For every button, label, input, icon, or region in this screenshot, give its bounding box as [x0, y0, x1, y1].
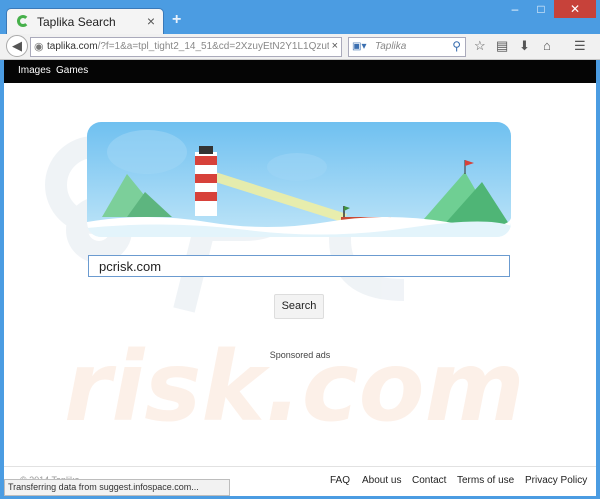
footer-about-link[interactable]: About us — [362, 475, 401, 486]
footer-terms-link[interactable]: Terms of use — [457, 475, 514, 486]
main-search-input[interactable]: pcrisk.com — [88, 255, 510, 277]
globe-icon: ◉ — [34, 41, 44, 53]
taplika-banner-image — [87, 122, 511, 237]
window-controls: – □ ✕ — [502, 0, 596, 20]
close-window-button[interactable]: ✕ — [554, 0, 596, 18]
home-icon[interactable]: ⌂ — [543, 38, 551, 53]
magnifier-icon[interactable]: ⚲ — [452, 39, 461, 53]
menu-icon[interactable]: ☰ — [574, 38, 586, 54]
url-clear-icon[interactable]: × — [332, 40, 338, 52]
sponsored-ads-label: Sponsored ads — [269, 350, 331, 360]
url-text: taplika.com/?f=1&a=tpl_tight2_14_51&cd=2… — [47, 41, 329, 52]
nav-games-link[interactable]: Games — [56, 65, 88, 76]
bookmarks-icon[interactable]: ▤ — [496, 38, 508, 54]
url-host: taplika.com — [47, 41, 98, 52]
main-search-value: pcrisk.com — [99, 259, 162, 274]
nav-images-link[interactable]: Images — [18, 65, 51, 76]
maximize-button[interactable]: □ — [528, 0, 554, 18]
search-engine-placeholder: Taplika — [375, 41, 407, 52]
status-bar: Transferring data from suggest.infospace… — [4, 479, 230, 496]
minimize-button[interactable]: – — [502, 0, 528, 18]
back-icon[interactable]: ◀ — [6, 35, 28, 57]
star-icon[interactable]: ☆ — [474, 38, 486, 54]
status-text: Transferring data from suggest.infospace… — [8, 482, 199, 492]
page-content: Images Games risk.com pcrisk.com Search … — [4, 60, 596, 496]
search-engine-icon[interactable]: ▣▾ — [352, 41, 366, 52]
address-bar[interactable]: ◉ taplika.com/?f=1&a=tpl_tight2_14_51&cd… — [30, 37, 342, 57]
navigation-toolbar: ◀ ◉ taplika.com/?f=1&a=tpl_tight2_14_51&… — [0, 34, 600, 60]
tab-title: Taplika Search — [37, 15, 116, 29]
footer-faq-link[interactable]: FAQ — [330, 475, 350, 486]
footer-contact-link[interactable]: Contact — [412, 475, 446, 486]
url-path: /?f=1&a=tpl_tight2_14_51&cd=2XzuyEtN2Y1L… — [97, 41, 329, 52]
tab-close-icon[interactable]: × — [147, 13, 155, 29]
tab-bar: Taplika Search × + – □ ✕ — [0, 0, 600, 35]
download-icon[interactable]: ⬇ — [519, 38, 530, 54]
browser-window: Taplika Search × + – □ ✕ ◀ ◉ taplika.com… — [0, 0, 600, 499]
tab-taplika-search[interactable]: Taplika Search × — [6, 8, 164, 35]
footer-privacy-link[interactable]: Privacy Policy — [525, 475, 587, 486]
browser-search-box[interactable]: ▣▾ Taplika ⚲ — [348, 37, 466, 57]
top-navigation: Images Games — [4, 60, 596, 83]
taplika-favicon-icon — [17, 15, 29, 27]
svg-text:risk.com: risk.com — [64, 331, 525, 440]
new-tab-button[interactable]: + — [172, 11, 181, 29]
search-button[interactable]: Search — [274, 294, 324, 319]
